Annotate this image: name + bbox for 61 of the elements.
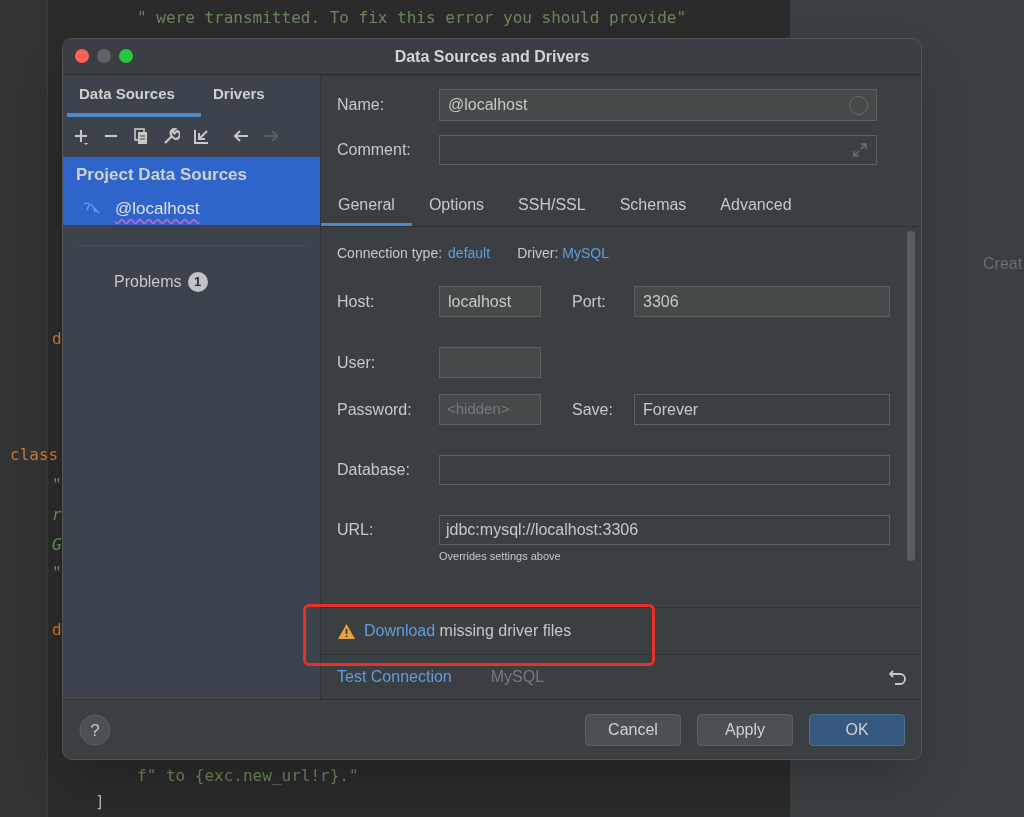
tab[interactable]: Advanced	[703, 187, 809, 226]
help-icon[interactable]: ?	[79, 713, 111, 746]
undo-icon[interactable]	[889, 669, 907, 685]
field-label: Driver:	[517, 244, 559, 263]
code-line: " were transmitted. To fix this error you should provide"	[137, 7, 687, 29]
dialog-button[interactable]: Apply	[697, 713, 793, 746]
problems-label[interactable]: Problems	[114, 270, 182, 294]
scrollbar[interactable]	[907, 231, 915, 561]
field-label: Database:	[337, 460, 411, 480]
tab[interactable]: Schemas	[602, 187, 704, 226]
test-connection-link[interactable]: Test Connection	[337, 665, 452, 689]
comment-field[interactable]	[439, 135, 877, 165]
field-label: Host:	[337, 291, 376, 312]
port-field[interactable]: 3306	[634, 286, 890, 317]
close-icon[interactable]	[75, 49, 89, 63]
code-line: "	[52, 562, 62, 584]
field-label: Port:	[572, 291, 607, 312]
tab[interactable]: General	[321, 187, 412, 226]
connection-type-link[interactable]: default	[448, 243, 491, 264]
save-dropdown[interactable]: Forever	[634, 394, 890, 425]
field-label: Comment:	[337, 140, 412, 160]
field-label: Name:	[337, 95, 386, 115]
code-line: ]	[95, 791, 105, 813]
tab[interactable]: Options	[411, 187, 502, 226]
code-line: class	[10, 444, 59, 466]
field-label: User:	[337, 352, 377, 373]
download-link[interactable]: Download	[364, 622, 436, 639]
field-label: Save:	[572, 399, 614, 420]
sidebar-tab[interactable]: Data Sources	[67, 75, 201, 117]
field-label: Password:	[337, 399, 413, 420]
code-line: d	[52, 328, 62, 350]
url-field[interactable]: jdbc:mysql://localhost:3306	[439, 515, 890, 545]
dialog-button[interactable]: Cancel	[585, 713, 681, 746]
window-title: Data Sources and Drivers	[394, 46, 590, 67]
code-line: "	[52, 474, 62, 496]
wrench-icon[interactable]	[163, 128, 180, 146]
hint-text: Overrides settings above	[439, 549, 562, 564]
tree-group[interactable]: Project Data Sources	[63, 157, 320, 193]
dialog-button[interactable]: OK	[809, 713, 905, 746]
sidebar-tab[interactable]: Drivers	[201, 75, 277, 117]
code-line: f" to {exc.new_url!r}."	[137, 765, 359, 787]
code-line: G	[52, 534, 62, 556]
import-icon[interactable]	[193, 128, 210, 146]
warning-message: Download missing driver files	[364, 621, 572, 641]
code-line: d	[52, 619, 62, 641]
field-label: URL:	[337, 520, 375, 540]
driver-link[interactable]: MySQL	[562, 243, 610, 264]
count-badge: 1	[187, 272, 208, 292]
host-field[interactable]: localhost	[439, 286, 541, 317]
driver-name: MySQL	[490, 667, 545, 687]
warning-icon	[337, 622, 356, 640]
tree-item[interactable]: @localhost	[63, 193, 320, 225]
tab[interactable]: SSH/SSL	[501, 187, 603, 226]
database-field[interactable]	[439, 455, 890, 485]
user-field[interactable]	[439, 347, 541, 378]
code-line: r	[52, 504, 62, 526]
plus-icon[interactable]	[73, 128, 90, 146]
copy-icon[interactable]	[133, 128, 150, 146]
field-label: Connection type:	[337, 244, 443, 263]
name-field[interactable]: @localhost	[439, 89, 877, 121]
maximize-icon[interactable]	[119, 49, 133, 63]
